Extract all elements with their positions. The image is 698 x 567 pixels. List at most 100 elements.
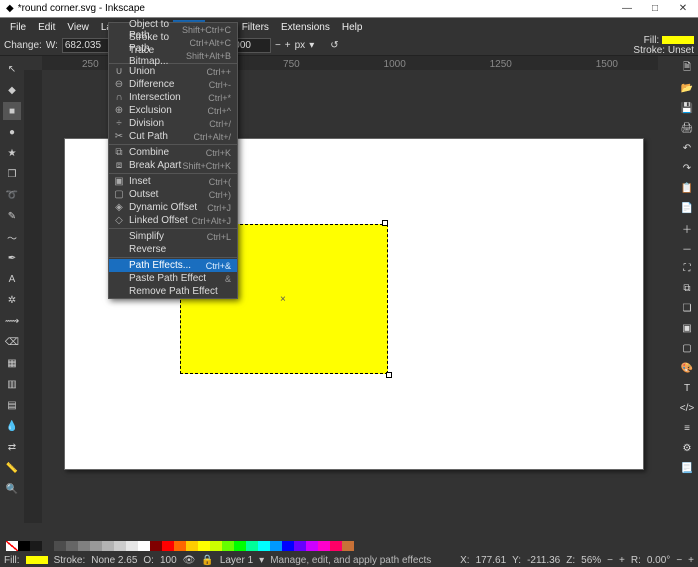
lock-icon[interactable]: 🔒 — [201, 555, 213, 566]
path-menu-cut-path[interactable]: ✂Cut PathCtrl+Alt+/ — [109, 130, 237, 143]
3dbox-tool[interactable]: ❒ — [3, 165, 21, 183]
menu-filters[interactable]: Filters — [236, 20, 275, 35]
path-menu-outset[interactable]: ▢OutsetCtrl+) — [109, 188, 237, 201]
palette-swatch[interactable] — [90, 541, 102, 551]
copy-icon[interactable]: 📋 — [679, 180, 695, 196]
palette-swatch[interactable] — [42, 541, 54, 551]
paste-icon[interactable]: 📄 — [679, 200, 695, 216]
mesh-tool[interactable]: ▤ — [3, 396, 21, 414]
palette-swatch[interactable] — [78, 541, 90, 551]
palette-swatch[interactable] — [54, 541, 66, 551]
palette-swatch[interactable] — [162, 541, 174, 551]
selector-tool[interactable]: ↖ — [3, 60, 21, 78]
docprops-icon[interactable]: 📃 — [679, 460, 695, 476]
minimize-button[interactable]: — — [614, 2, 640, 16]
palette-swatch[interactable] — [66, 541, 78, 551]
palette-swatch[interactable] — [258, 541, 270, 551]
palette-swatch[interactable] — [150, 541, 162, 551]
rotate-minus-icon[interactable]: − — [676, 555, 682, 566]
ry-plus-icon[interactable]: + — [285, 40, 291, 51]
bezier-tool[interactable]: 〜 — [3, 228, 21, 246]
path-menu-intersection[interactable]: ∩IntersectionCtrl+* — [109, 91, 237, 104]
palette-swatch[interactable] — [306, 541, 318, 551]
ry-minus-icon[interactable]: − — [275, 40, 281, 51]
layer-selector[interactable]: Layer 1 — [220, 555, 253, 566]
menu-edit[interactable]: Edit — [32, 20, 61, 35]
path-menu-break-apart[interactable]: ⧈Break ApartShift+Ctrl+K — [109, 159, 237, 172]
palette-swatch[interactable] — [270, 541, 282, 551]
group-icon[interactable]: ▣ — [679, 320, 695, 336]
palette-swatch[interactable] — [186, 541, 198, 551]
undo-icon[interactable]: ↶ — [679, 140, 695, 156]
chevron-down-icon[interactable]: ▾ — [259, 555, 264, 566]
corner-handle-tr[interactable] — [382, 220, 388, 226]
connector-tool[interactable]: ⇄ — [3, 438, 21, 456]
open-icon[interactable]: 📂 — [679, 80, 695, 96]
save-icon[interactable]: 💾 — [679, 100, 695, 116]
palette-swatch[interactable] — [30, 541, 42, 551]
zoom-plus-icon[interactable]: + — [619, 555, 625, 566]
palette-swatch[interactable] — [114, 541, 126, 551]
palette-swatch[interactable] — [210, 541, 222, 551]
dropper-tool[interactable]: 💧 — [3, 417, 21, 435]
palette-swatch[interactable] — [318, 541, 330, 551]
palette-swatch[interactable] — [330, 541, 342, 551]
path-menu-remove-path-effect[interactable]: Remove Path Effect — [109, 285, 237, 298]
path-menu-trace-bitmap[interactable]: Trace Bitmap...Shift+Alt+B — [109, 49, 237, 62]
palette-swatch[interactable] — [126, 541, 138, 551]
prefs-icon[interactable]: ⚙ — [679, 440, 695, 456]
menu-extensions[interactable]: Extensions — [275, 20, 336, 35]
status-rotate-value[interactable]: 0.00° — [647, 555, 670, 566]
palette-swatch[interactable] — [222, 541, 234, 551]
palette-swatch[interactable] — [102, 541, 114, 551]
close-button[interactable]: ✕ — [670, 2, 696, 16]
calligraphy-tool[interactable]: ✒ — [3, 249, 21, 267]
ungroup-icon[interactable]: ▢ — [679, 340, 695, 356]
path-menu-simplify[interactable]: SimplifyCtrl+L — [109, 230, 237, 243]
zoom-fit-icon[interactable]: ⛶ — [679, 260, 695, 276]
stroke-value[interactable]: Unset — [668, 45, 694, 56]
paintbucket-tool[interactable]: ▦ — [3, 354, 21, 372]
palette-swatch[interactable] — [246, 541, 258, 551]
menu-view[interactable]: View — [61, 20, 95, 35]
print-icon[interactable]: 🖨 — [679, 120, 695, 136]
textprops-icon[interactable]: T — [679, 380, 695, 396]
menu-help[interactable]: Help — [336, 20, 369, 35]
palette-swatch[interactable] — [294, 541, 306, 551]
chevron-down-icon[interactable]: ▾ — [309, 40, 314, 51]
star-tool[interactable]: ★ — [3, 144, 21, 162]
no-fill-swatch[interactable] — [6, 541, 18, 551]
palette-swatch[interactable] — [174, 541, 186, 551]
align-icon[interactable]: ≡ — [679, 420, 695, 436]
path-menu-exclusion[interactable]: ⊕ExclusionCtrl+^ — [109, 104, 237, 117]
text-tool[interactable]: A — [3, 270, 21, 288]
status-opacity-value[interactable]: 100 — [160, 555, 177, 566]
path-menu-paste-path-effect[interactable]: Paste Path Effect& — [109, 272, 237, 285]
zoom-minus-icon[interactable]: − — [607, 555, 613, 566]
palette-swatch[interactable] — [342, 541, 354, 551]
path-menu-difference[interactable]: ⊖DifferenceCtrl+- — [109, 78, 237, 91]
zoom-out-icon[interactable]: － — [679, 240, 695, 256]
visibility-icon[interactable]: 👁 — [183, 555, 196, 566]
palette-swatch[interactable] — [138, 541, 150, 551]
palette-swatch[interactable] — [18, 541, 30, 551]
tweak-tool[interactable]: ⟿ — [3, 312, 21, 330]
gradient-tool[interactable]: ▥ — [3, 375, 21, 393]
width-input[interactable] — [62, 38, 110, 53]
maximize-button[interactable]: □ — [642, 2, 668, 16]
xml-icon[interactable]: </> — [679, 400, 695, 416]
ellipse-tool[interactable]: ● — [3, 123, 21, 141]
palette-swatch[interactable] — [282, 541, 294, 551]
node-tool[interactable]: ◆ — [3, 81, 21, 99]
measure-tool[interactable]: 📏 — [3, 459, 21, 477]
fill-swatch[interactable] — [662, 36, 694, 44]
status-zoom-value[interactable]: 56% — [581, 555, 601, 566]
palette-swatch[interactable] — [198, 541, 210, 551]
rotate-plus-icon[interactable]: + — [688, 555, 694, 566]
path-menu-inset[interactable]: ▣InsetCtrl+( — [109, 175, 237, 188]
reset-corners-icon[interactable]: ↺ — [330, 40, 338, 51]
duplicate-icon[interactable]: ⧉ — [679, 280, 695, 296]
corner-handle-br[interactable] — [386, 372, 392, 378]
unit-select[interactable]: px — [295, 40, 306, 51]
path-menu-union[interactable]: ∪UnionCtrl++ — [109, 65, 237, 78]
